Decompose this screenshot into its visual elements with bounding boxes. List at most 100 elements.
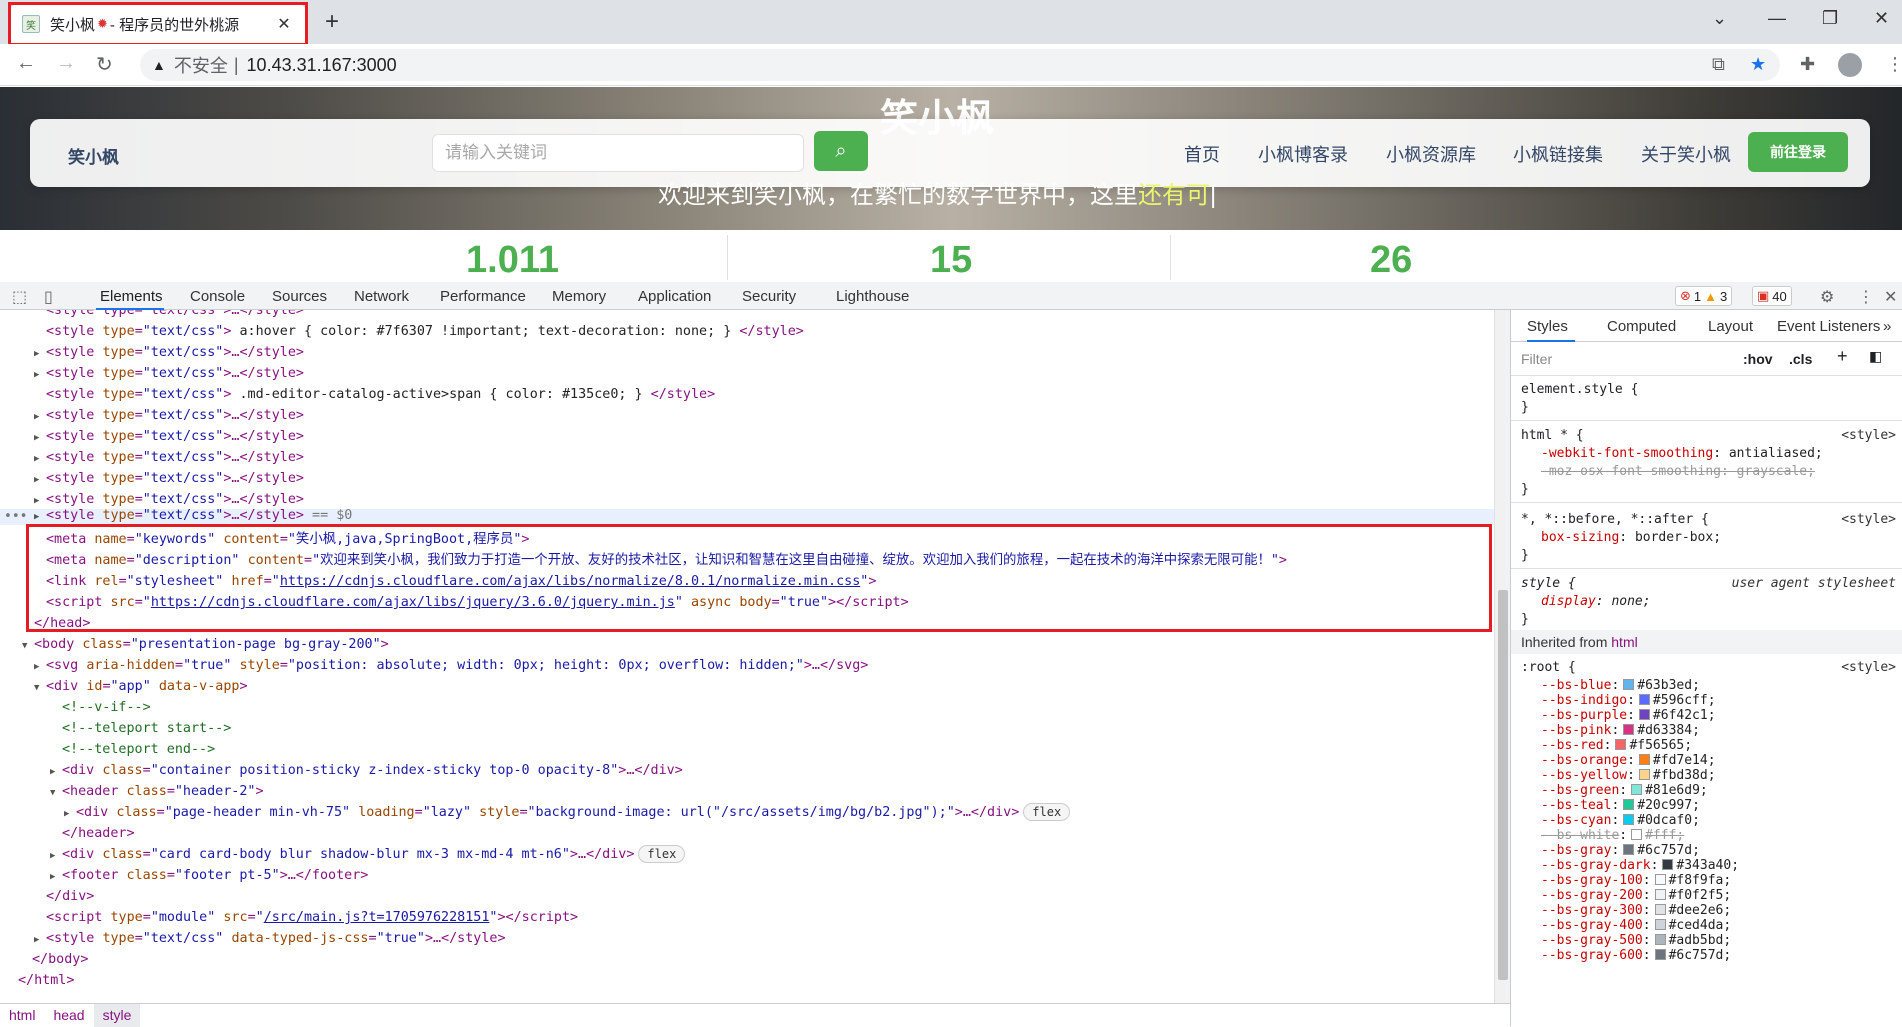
- css-variable[interactable]: --bs-gray-dark: #343a40;: [1541, 858, 1739, 873]
- css-variable[interactable]: --bs-gray-300: #dee2e6;: [1541, 903, 1731, 918]
- css-variable[interactable]: --bs-pink: #d63384;: [1541, 723, 1700, 738]
- rule-origin[interactable]: <style>: [1841, 512, 1896, 527]
- color-swatch-icon[interactable]: [1623, 679, 1635, 690]
- scrollbar-thumb[interactable]: [1498, 590, 1508, 980]
- reload-icon[interactable]: ↻: [96, 52, 113, 77]
- dom-node[interactable]: <!--teleport end-->: [0, 739, 1494, 760]
- insecure-label[interactable]: 不安全: [174, 52, 228, 78]
- expand-triangle-icon[interactable]: ▶: [34, 428, 46, 449]
- css-variable[interactable]: --bs-gray-500: #adb5bd;: [1541, 933, 1731, 948]
- console-counts-badge[interactable]: ⊗ 1 ▲ 3: [1675, 286, 1733, 306]
- dom-node[interactable]: ▶ <style type="text/css">…</style>: [0, 468, 1494, 489]
- dom-node[interactable]: ▶ <div class="card card-body blur shadow-…: [0, 844, 1494, 865]
- profile-avatar[interactable]: [1838, 53, 1862, 77]
- address-bar[interactable]: ▲ 不安全 | 10.43.31.167:3000: [140, 49, 1780, 81]
- color-swatch-icon[interactable]: [1638, 694, 1650, 705]
- filter-input[interactable]: Filter: [1521, 351, 1552, 367]
- color-swatch-icon[interactable]: [1615, 739, 1627, 750]
- color-swatch-icon[interactable]: [1654, 904, 1666, 915]
- css-variable[interactable]: --bs-teal: #20c997;: [1541, 798, 1700, 813]
- dom-node[interactable]: <!--teleport start-->: [0, 718, 1494, 739]
- inspect-element-icon[interactable]: ⬚: [12, 287, 27, 307]
- color-swatch-icon[interactable]: [1638, 754, 1650, 765]
- css-variable[interactable]: --bs-yellow: #fbd38d;: [1541, 768, 1716, 783]
- new-tab-icon[interactable]: +: [325, 8, 339, 36]
- color-swatch-icon[interactable]: [1654, 949, 1666, 960]
- tab-layout[interactable]: Layout: [1708, 318, 1753, 335]
- expand-triangle-icon[interactable]: ▶: [64, 804, 76, 825]
- dom-node[interactable]: <script type="module" src="/src/main.js?…: [0, 907, 1494, 928]
- color-swatch-icon[interactable]: [1654, 934, 1666, 945]
- color-swatch-icon[interactable]: [1623, 844, 1635, 855]
- dom-node[interactable]: ▶ <style type="text/css">…</style>: [0, 342, 1494, 363]
- tab-console[interactable]: Console: [190, 288, 245, 305]
- dom-node[interactable]: ▶ <style type="text/css">…</style>: [0, 405, 1494, 426]
- device-toolbar-icon[interactable]: ▯: [44, 287, 53, 307]
- tab-security[interactable]: Security: [742, 288, 796, 305]
- main-script-link[interactable]: /src/main.js?t=1705976228151: [264, 910, 490, 925]
- css-declaration[interactable]: display: none;: [1541, 594, 1651, 609]
- tab-sources[interactable]: Sources: [272, 288, 327, 305]
- tab-network[interactable]: Network: [354, 288, 409, 305]
- css-declaration[interactable]: -webkit-font-smoothing: antialiased;: [1541, 446, 1823, 461]
- tab-application[interactable]: Application: [638, 288, 711, 305]
- css-variable[interactable]: --bs-gray-200: #f0f2f5;: [1541, 888, 1731, 903]
- breadcrumb-head[interactable]: head: [44, 1004, 93, 1027]
- color-swatch-icon[interactable]: [1623, 724, 1635, 735]
- expand-triangle-icon[interactable]: ▶: [34, 344, 46, 365]
- color-swatch-icon[interactable]: [1638, 769, 1650, 780]
- tab-styles[interactable]: Styles: [1527, 318, 1568, 335]
- dom-node[interactable]: ▼ <header class="header-2">: [0, 781, 1494, 802]
- rule-selector[interactable]: :root {: [1521, 660, 1576, 675]
- tab-search-icon[interactable]: ⌄: [1712, 8, 1727, 29]
- rule-origin[interactable]: <style>: [1841, 428, 1896, 443]
- hov-toggle[interactable]: :hov: [1743, 351, 1773, 367]
- dom-node[interactable]: ▶ <footer class="footer pt-5">…</footer>: [0, 865, 1494, 886]
- collapse-triangle-icon[interactable]: ▼: [22, 636, 34, 657]
- settings-gear-icon[interactable]: ⚙: [1820, 287, 1834, 307]
- site-brand[interactable]: 笑小枫: [68, 143, 119, 168]
- dom-node[interactable]: </head>: [0, 613, 1494, 634]
- expand-triangle-icon[interactable]: ▶: [34, 449, 46, 470]
- more-actions-icon[interactable]: •••: [4, 509, 27, 524]
- css-declaration-overridden[interactable]: -moz-osx-font-smoothing: grayscale;: [1541, 464, 1815, 479]
- cls-toggle[interactable]: .cls: [1789, 351, 1812, 367]
- color-swatch-icon[interactable]: [1654, 919, 1666, 930]
- back-icon[interactable]: ←: [16, 52, 36, 75]
- collapse-triangle-icon[interactable]: ▼: [50, 783, 62, 804]
- selected-dom-node[interactable]: ▶ <style type="text/css">…</style> == $0: [0, 509, 1494, 525]
- color-swatch-icon[interactable]: [1623, 799, 1635, 810]
- bookmark-star-icon[interactable]: ★: [1750, 54, 1766, 75]
- dom-node[interactable]: </div>: [0, 886, 1494, 907]
- css-variable[interactable]: --bs-blue: #63b3ed;: [1541, 678, 1700, 693]
- css-variable[interactable]: --bs-purple: #6f42c1;: [1541, 708, 1716, 723]
- issues-badge[interactable]: ▣ 40: [1752, 286, 1792, 306]
- toggle-sidebar-icon[interactable]: ◧: [1869, 348, 1882, 365]
- color-swatch-icon[interactable]: [1654, 874, 1666, 885]
- dom-node[interactable]: ▶ <div class="container position-sticky z…: [0, 760, 1494, 781]
- more-tabs-icon[interactable]: »: [1883, 318, 1891, 335]
- dom-node[interactable]: ▶ <style type="text/css">…</style>: [0, 363, 1494, 384]
- translate-icon[interactable]: ⧉: [1712, 54, 1725, 75]
- expand-triangle-icon[interactable]: ▶: [34, 407, 46, 428]
- tab-memory[interactable]: Memory: [552, 288, 606, 305]
- css-variable[interactable]: --bs-indigo: #596cff;: [1541, 693, 1716, 708]
- breadcrumb-html[interactable]: html: [0, 1004, 44, 1027]
- dom-node[interactable]: </body>: [0, 949, 1494, 970]
- expand-triangle-icon[interactable]: ▶: [34, 657, 46, 678]
- minimize-icon[interactable]: —: [1768, 8, 1786, 29]
- tab-performance[interactable]: Performance: [440, 288, 526, 305]
- login-button[interactable]: 前往登录: [1748, 132, 1848, 172]
- color-swatch-icon[interactable]: [1638, 709, 1650, 720]
- warning-icon[interactable]: ▲: [152, 57, 166, 73]
- new-rule-icon[interactable]: +: [1837, 346, 1848, 367]
- css-variable[interactable]: --bs-green: #81e6d9;: [1541, 783, 1708, 798]
- nav-blog[interactable]: 小枫博客录: [1258, 141, 1348, 167]
- tab-event-listeners[interactable]: Event Listeners: [1777, 318, 1880, 335]
- rule-selector[interactable]: element.style {: [1521, 382, 1638, 397]
- dom-node[interactable]: </html>: [0, 970, 1494, 991]
- color-swatch-icon[interactable]: [1623, 814, 1635, 825]
- restore-icon[interactable]: ❐: [1822, 8, 1838, 29]
- search-button[interactable]: ⌕: [814, 131, 868, 171]
- close-window-icon[interactable]: ✕: [1874, 8, 1889, 29]
